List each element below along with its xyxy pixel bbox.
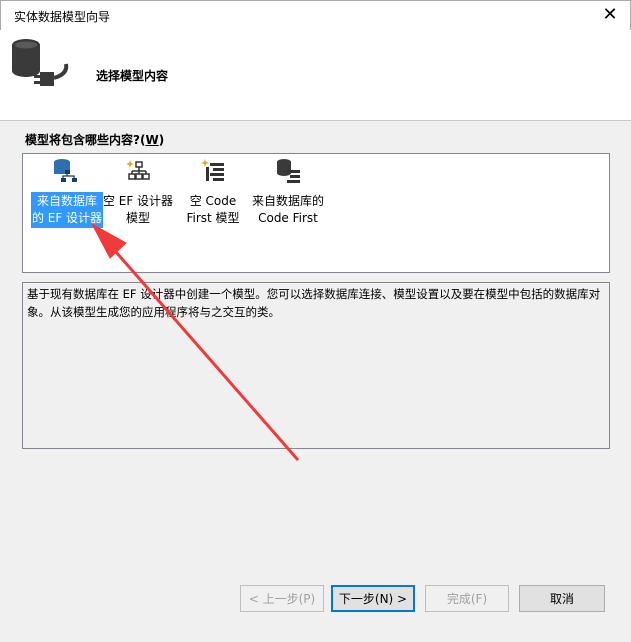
item-label: 来自数据库的 Code First — [251, 194, 324, 225]
database-code-first-icon — [277, 159, 300, 183]
content-question-label: 模型将包含哪些内容?(W) — [25, 133, 165, 147]
hierarchy-sparkle-icon — [126, 160, 150, 180]
item-label: 空 Code First 模型 — [186, 194, 240, 225]
description-panel: 基于现有数据库在 EF 设计器中创建一个模型。您可以选择数据库连接、模型设置以及… — [22, 282, 610, 449]
item-label: 来自数据库的 EF 设计器 — [31, 192, 103, 228]
title-bar: 实体数据模型向导 ✕ — [0, 0, 631, 31]
list-item-empty-ef-designer-model[interactable]: 空 EF 设计器 模型 — [100, 154, 176, 230]
wizard-header: 选择模型内容 — [0, 30, 631, 121]
close-icon[interactable]: ✕ — [598, 4, 622, 26]
page-title: 选择模型内容 — [96, 69, 169, 83]
next-button[interactable]: 下一步(N) > — [331, 585, 415, 612]
finish-button[interactable]: 完成(F) — [425, 585, 509, 612]
database-plug-icon — [12, 39, 69, 86]
previous-button[interactable]: < 上一步(P) — [240, 585, 324, 612]
description-text: 基于现有数据库在 EF 设计器中创建一个模型。您可以选择数据库连接、模型设置以及… — [27, 287, 601, 319]
list-item-code-first-from-database[interactable]: 来自数据库的 Code First — [250, 154, 326, 230]
list-item-ef-designer-from-database[interactable]: 来自数据库的 EF 设计器 — [27, 154, 103, 230]
database-hierarchy-icon — [54, 159, 77, 182]
model-content-list[interactable]: 来自数据库的 EF 设计器 空 EF 设计器 模型 空 Code First 模型 — [22, 153, 610, 273]
code-first-sparkle-icon — [201, 159, 224, 181]
cancel-button[interactable]: 取消 — [519, 585, 605, 612]
item-label: 空 EF 设计器 模型 — [102, 194, 174, 225]
window-title: 实体数据模型向导 — [14, 10, 111, 24]
list-item-empty-code-first-model[interactable]: 空 Code First 模型 — [175, 154, 251, 230]
